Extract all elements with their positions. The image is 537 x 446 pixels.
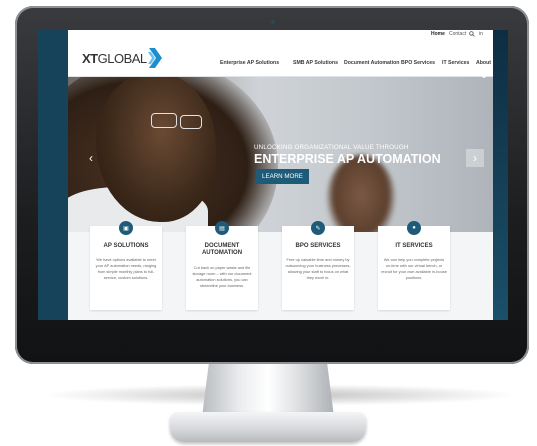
wrench-icon: ✎: [311, 221, 325, 235]
monitor-stand-neck: [202, 355, 334, 417]
site-header: XTGLOBAL Enterprise AP Solutions SMB AP …: [68, 40, 493, 77]
logo-global: GLOBAL: [97, 50, 148, 66]
service-text-bpo: Free up valuable time and money by outso…: [285, 257, 351, 280]
webcam-dot: [271, 20, 275, 24]
service-text-it: We can help you complete projects on-tim…: [381, 257, 447, 280]
service-title-it: IT SERVICES: [395, 243, 433, 249]
utility-bar: Home Contact in: [68, 30, 493, 40]
hero-subtitle: UNLOCKING ORGANIZATIONAL VALUE THROUGH: [254, 144, 409, 151]
xtglobal-logo[interactable]: XTGLOBAL: [82, 47, 162, 69]
nav-enterprise-ap[interactable]: Enterprise AP Solutions: [220, 60, 279, 66]
nav-smb-ap[interactable]: SMB AP Solutions: [293, 60, 338, 66]
hero-slider: ‹ › UNLOCKING ORGANIZATIONAL VALUE THROU…: [68, 77, 493, 232]
home-link[interactable]: Home: [431, 31, 445, 37]
nav-document-automation[interactable]: Document Automation: [344, 60, 399, 66]
slider-indicator[interactable]: [482, 74, 486, 78]
mouse-icon: ●: [407, 221, 421, 235]
logo-chevron-icon: [147, 48, 162, 68]
monitor-screen: Home Contact in XTGLOBAL Enterprise AP S…: [38, 30, 508, 320]
logo-xt: XT: [82, 50, 98, 66]
nav-it-services[interactable]: IT Services: [442, 60, 469, 66]
nav-about[interactable]: About: [476, 60, 491, 66]
linkedin-icon[interactable]: in: [479, 31, 483, 37]
service-text-ap: We have options available to meet your A…: [95, 257, 157, 280]
briefcase-icon: ▣: [119, 221, 133, 235]
service-title-document: DOCUMENT AUTOMATION: [201, 243, 243, 256]
service-title-ap: AP SOLUTIONS: [103, 243, 149, 249]
contact-link[interactable]: Contact: [449, 31, 466, 37]
hero-photo-woman: [326, 155, 396, 232]
nav-bpo-services[interactable]: BPO Services: [401, 60, 435, 66]
hero-photo-glasses-right: [180, 115, 202, 129]
slider-next-arrow[interactable]: ›: [466, 149, 484, 167]
service-title-bpo: BPO SERVICES: [295, 243, 341, 249]
website: Home Contact in XTGLOBAL Enterprise AP S…: [68, 30, 493, 320]
slider-prev-arrow[interactable]: ‹: [82, 149, 100, 167]
hero-photo-glasses-left: [151, 113, 177, 128]
hero-title: ENTERPRISE AP AUTOMATION: [254, 152, 441, 166]
screen-background-strip: [493, 30, 508, 320]
service-text-document: Cut back on paper waste and file storage…: [192, 265, 252, 288]
learn-more-button[interactable]: LEARN MORE: [256, 169, 309, 184]
document-icon: ▤: [215, 221, 229, 235]
monitor-stand-base: [170, 412, 366, 442]
search-icon[interactable]: [469, 31, 475, 39]
